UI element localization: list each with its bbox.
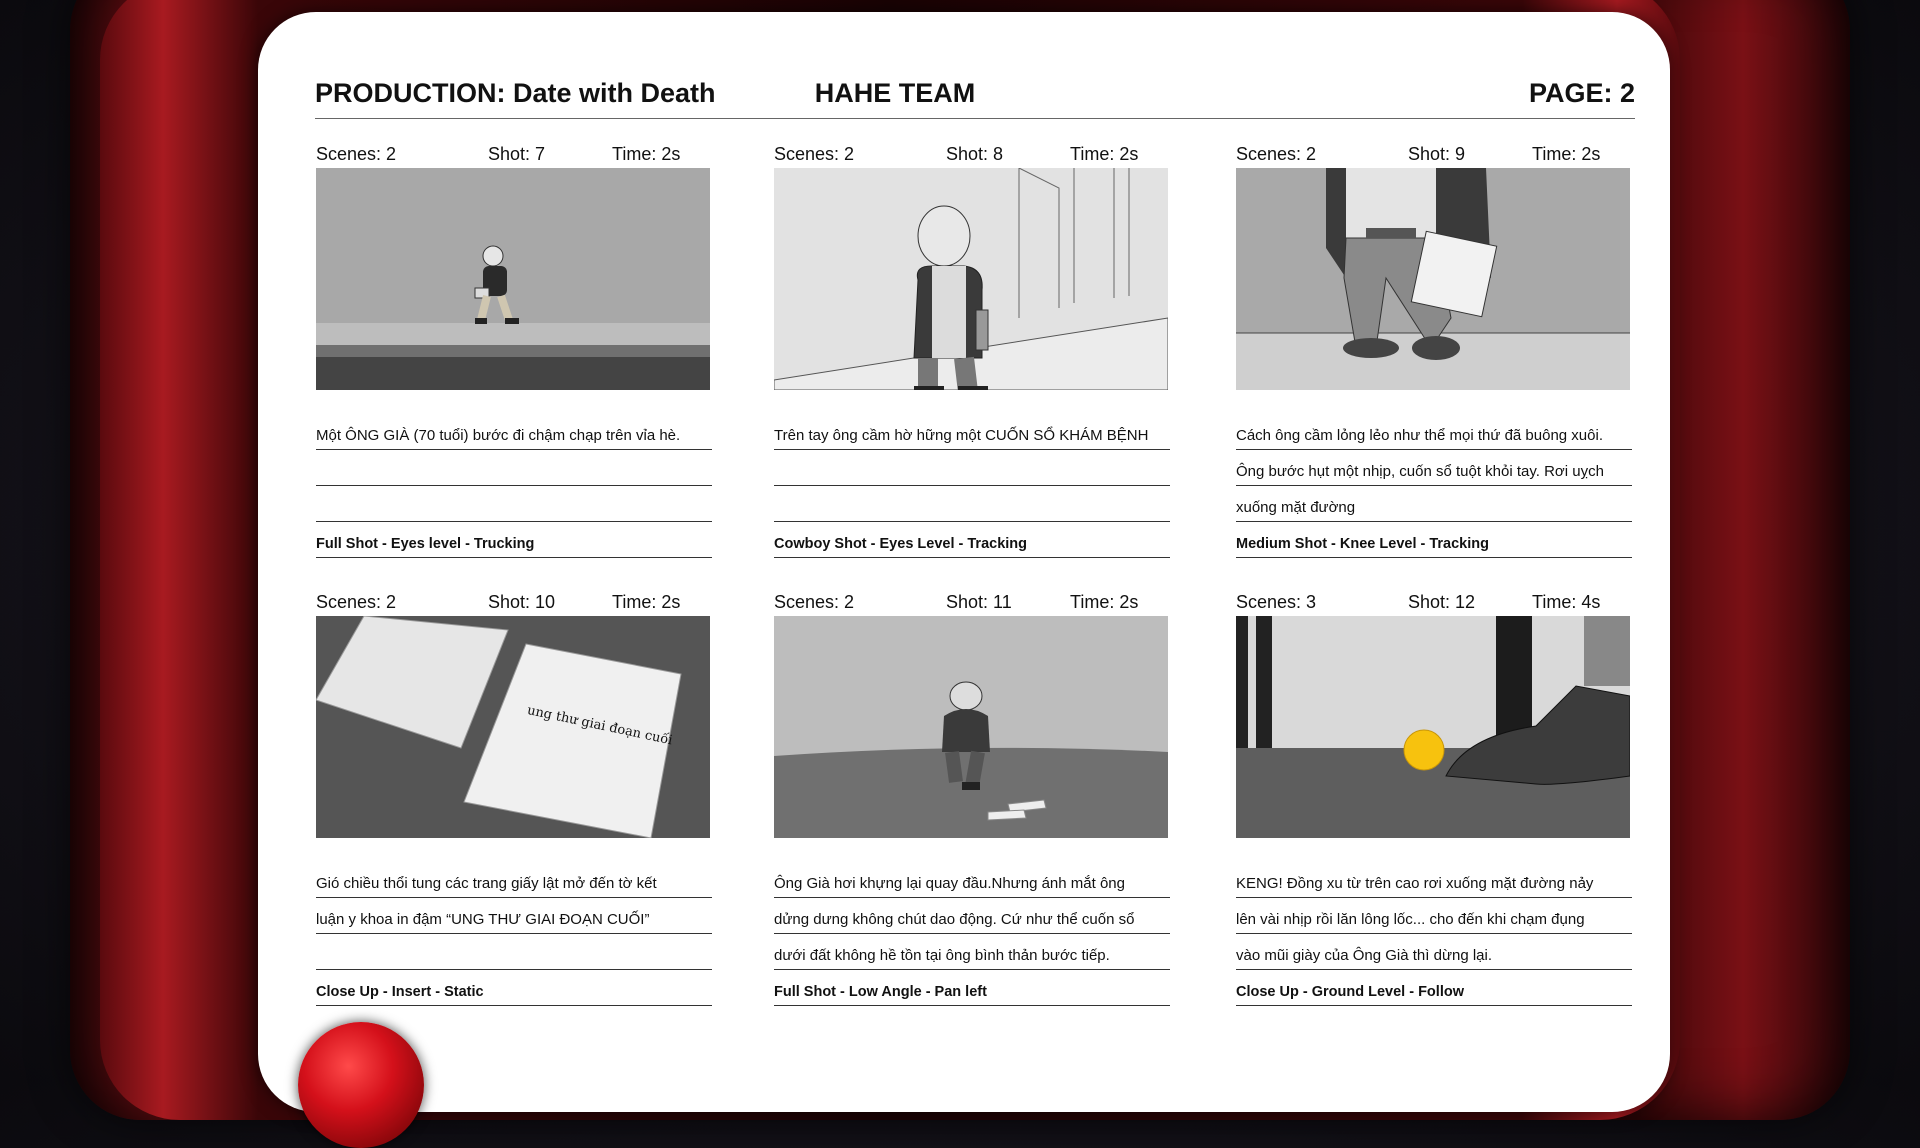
description-line: lên vài nhịp rồi lăn lông lốc... cho đến… [1236,898,1632,934]
panel-image: ung thư giai đoạn cuối [316,616,710,838]
shot-description: Medium Shot - Knee Level - Tracking [1236,522,1632,558]
description-line: xuống mặt đường [1236,486,1632,522]
panel-meta: Scenes: 2 Shot: 7 Time: 2s [316,140,712,168]
storyboard-page: PRODUCTION: Date with Death HAHE TEAM PA… [258,12,1670,1112]
storyboard-panel: Scenes: 2 Shot: 9 Time: 2s Cách ông cầm … [1236,140,1632,558]
panel-image [774,168,1168,390]
scene-label: Scenes: 2 [316,144,397,164]
description-line: Ông Già hơi khựng lại quay đầu.Nhưng ánh… [774,862,1170,898]
panel-meta: Scenes: 2 Shot: 11 Time: 2s [774,588,1170,616]
time-label: Time: 2s [1532,144,1601,164]
description-line: Trên tay ông cầm hờ hững một CUỐN SỔ KHÁ… [774,414,1170,450]
description-line: Ông bước hụt một nhịp, cuốn sổ tuột khỏi… [1236,450,1632,486]
scene-label: Scenes: 2 [774,592,855,612]
shot-label: Shot: 8 [946,144,1004,164]
panel-meta: Scenes: 3 Shot: 12 Time: 4s [1236,588,1632,616]
description-lines: Cách ông cầm lỏng lẻo như thể mọi thứ đã… [1236,414,1632,558]
panel-meta: Scenes: 2 Shot: 10 Time: 2s [316,588,712,616]
shot-label: Shot: 9 [1408,144,1466,164]
scene-label: Scenes: 2 [316,592,397,612]
description-line: Gió chiều thổi tung các trang giấy lật m… [316,862,712,898]
storyboard-panel: Scenes: 2 Shot: 7 Time: 2s Một ÔNG GIÀ (… [316,140,712,558]
time-label: Time: 2s [612,144,681,164]
description-line [774,486,1170,522]
description-line: dưới đất không hề tồn tại ông bình thản … [774,934,1170,970]
storyboard-panel: Scenes: 2 Shot: 11 Time: 2s Ông Già hơi … [774,588,1170,1006]
time-label: Time: 2s [1070,592,1139,612]
description-line [316,934,712,970]
page-number: PAGE: 2 [1528,78,1635,108]
panel-image [316,168,710,390]
description-lines: Ông Già hơi khựng lại quay đầu.Nhưng ánh… [774,862,1170,1006]
description-line: dửng dưng không chút dao động. Cứ như th… [774,898,1170,934]
shot-label: Shot: 11 [946,592,1012,612]
storyboard-panel: Scenes: 3 Shot: 12 Time: 4s KENG! Đồng x… [1236,588,1632,1006]
description-line: Cách ông cầm lỏng lẻo như thể mọi thứ đã… [1236,414,1632,450]
scene-label: Scenes: 2 [1236,144,1317,164]
description-lines: KENG! Đồng xu từ trên cao rơi xuống mặt … [1236,862,1632,1006]
description-line: KENG! Đồng xu từ trên cao rơi xuống mặt … [1236,862,1632,898]
description-lines: Một ÔNG GIÀ (70 tuổi) bước đi chậm chạp … [316,414,712,558]
panel-meta: Scenes: 2 Shot: 8 Time: 2s [774,140,1170,168]
shot-description: Close Up - Ground Level - Follow [1236,970,1632,1006]
red-knob [298,1022,424,1148]
time-label: Time: 2s [612,592,681,612]
panel-image [1236,168,1630,390]
time-label: Time: 2s [1070,144,1139,164]
panel-image [1236,616,1630,838]
storyboard-panel: Scenes: 2 Shot: 10 Time: 2s ung thư giai… [316,588,712,1006]
panel-meta: Scenes: 2 Shot: 9 Time: 2s [1236,140,1632,168]
time-label: Time: 4s [1532,592,1601,612]
panel-image [774,616,1168,838]
storyboard-panel: Scenes: 2 Shot: 8 Time: 2s Trên tay ông … [774,140,1170,558]
team-name: HAHE TEAM [814,78,976,108]
scene-label: Scenes: 3 [1236,592,1317,612]
shot-label: Shot: 7 [488,144,546,164]
shot-description: Close Up - Insert - Static [316,970,712,1006]
description-line: Một ÔNG GIÀ (70 tuổi) bước đi chậm chạp … [316,414,712,450]
shot-label: Shot: 12 [1408,592,1476,612]
description-line [316,450,712,486]
shot-description: Full Shot - Low Angle - Pan left [774,970,1170,1006]
description-line: luận y khoa in đậm “UNG THƯ GIAI ĐOẠN CU… [316,898,712,934]
description-line [774,450,1170,486]
description-lines: Gió chiều thổi tung các trang giấy lật m… [316,862,712,1006]
page-header: PRODUCTION: Date with Death HAHE TEAM PA… [315,78,1635,119]
scene-label: Scenes: 2 [774,144,855,164]
shot-description: Cowboy Shot - Eyes Level - Tracking [774,522,1170,558]
shot-label: Shot: 10 [488,592,556,612]
description-line [316,486,712,522]
description-lines: Trên tay ông cầm hờ hững một CUỐN SỔ KHÁ… [774,414,1170,558]
description-line: vào mũi giày của Ông Già thì dừng lại. [1236,934,1632,970]
shot-description: Full Shot - Eyes level - Trucking [316,522,712,558]
